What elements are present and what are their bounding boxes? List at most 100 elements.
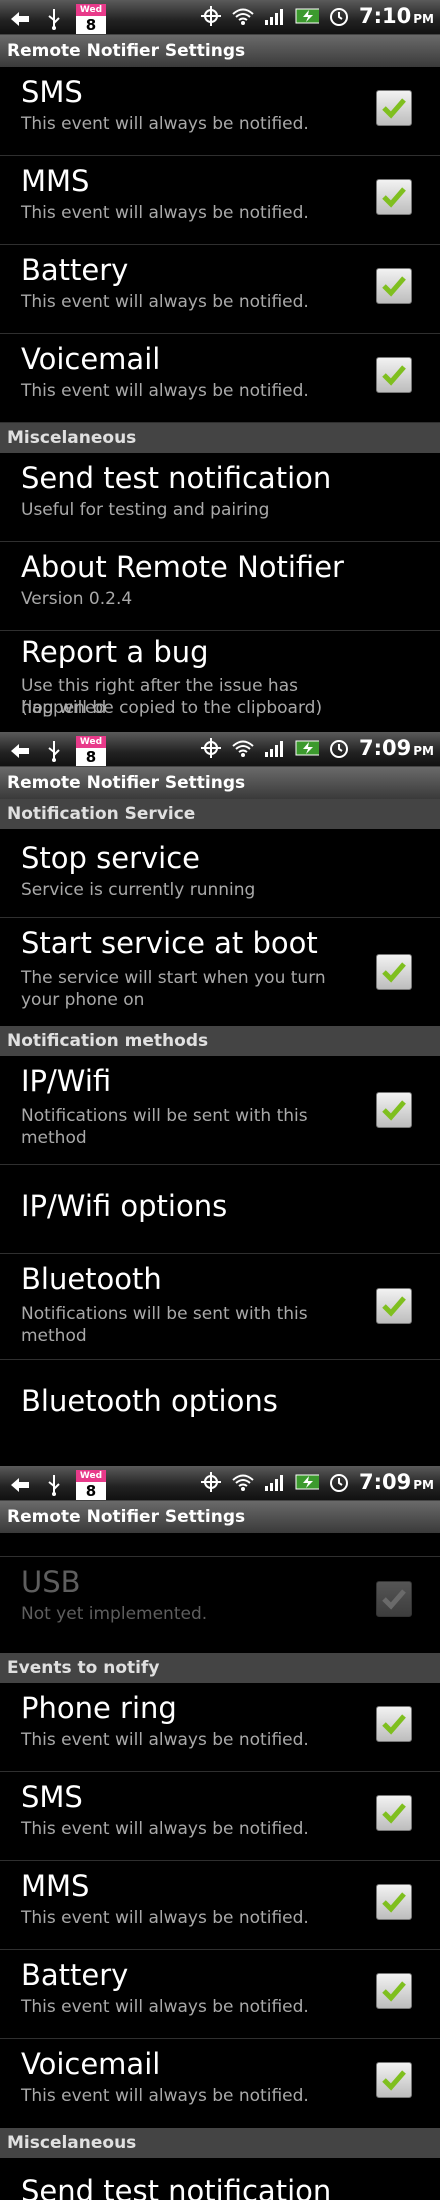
- pref-summary: method: [21, 1128, 87, 1148]
- usb-icon: [42, 1473, 66, 1497]
- status-bar: Wed 8 7:10 PM: [0, 0, 440, 35]
- check-icon: [382, 962, 406, 983]
- pref-title: Send test notification: [21, 461, 332, 495]
- check-icon: [382, 2070, 406, 2091]
- check-icon: [382, 365, 406, 386]
- pref-about[interactable]: About Remote Notifier Version 0.2.4: [0, 542, 440, 631]
- signal-icon: [263, 1470, 287, 1494]
- ipwifi-checkbox[interactable]: [376, 1092, 412, 1128]
- pref-bluetooth[interactable]: Bluetooth Notifications will be sent wit…: [0, 1254, 440, 1360]
- pref-stop-service[interactable]: Stop service Service is currently runnin…: [0, 829, 440, 918]
- category-miscellaneous: Miscelaneous: [0, 423, 440, 453]
- check-icon: [382, 1100, 406, 1121]
- pref-send-test[interactable]: Send test notification Useful for testin…: [0, 453, 440, 542]
- pref-sms[interactable]: SMS This event will always be notified.: [0, 1772, 440, 1861]
- pref-mms[interactable]: MMS This event will always be notified.: [0, 1861, 440, 1950]
- battery-checkbox[interactable]: [376, 1973, 412, 2009]
- pref-bluetooth-options[interactable]: Bluetooth options: [0, 1360, 440, 1450]
- check-icon: [382, 1803, 406, 1824]
- category-miscellaneous: Miscelaneous: [0, 2128, 440, 2158]
- pref-title: IP/Wifi: [21, 1064, 112, 1098]
- pref-ipwifi[interactable]: IP/Wifi Notifications will be sent with …: [0, 1056, 440, 1165]
- back-notification-icon: [8, 1473, 32, 1497]
- pref-battery[interactable]: Battery This event will always be notifi…: [0, 245, 440, 334]
- pref-summary: This event will always be notified.: [21, 381, 309, 401]
- pref-summary: Notifications will be sent with this: [21, 1304, 308, 1324]
- pref-title: Voicemail: [21, 2047, 161, 2081]
- sms-checkbox[interactable]: [376, 1795, 412, 1831]
- battery-charging-icon: [295, 4, 320, 28]
- pref-sms[interactable]: SMS This event will always be notified.: [0, 67, 440, 156]
- pref-summary: Useful for testing and pairing: [21, 500, 270, 520]
- mms-checkbox[interactable]: [376, 179, 412, 215]
- pref-title: Bluetooth options: [21, 1384, 278, 1418]
- calendar-icon: Wed 8: [76, 736, 106, 766]
- pref-summary: Version 0.2.4: [21, 589, 133, 609]
- pref-title: Start service at boot: [21, 926, 318, 960]
- pref-summary: This event will always be notified.: [21, 292, 309, 312]
- pref-start-at-boot[interactable]: Start service at boot The service will s…: [0, 918, 440, 1026]
- usb-icon: [42, 739, 66, 763]
- pref-title: SMS: [21, 75, 83, 109]
- alarm-icon: [327, 736, 351, 760]
- pref-title: Send test notification: [21, 2174, 332, 2200]
- status-bar: Wed 8 7:09 PM: [0, 732, 440, 767]
- check-icon: [382, 1589, 406, 1610]
- phone-ring-checkbox[interactable]: [376, 1706, 412, 1742]
- pref-summary: Notifications will be sent with this: [21, 1106, 308, 1126]
- battery-charging-icon: [295, 1470, 320, 1494]
- mms-checkbox[interactable]: [376, 1884, 412, 1920]
- pref-title: MMS: [21, 1869, 90, 1903]
- sms-checkbox[interactable]: [376, 90, 412, 126]
- pref-ipwifi-options[interactable]: IP/Wifi options: [0, 1165, 440, 1254]
- pref-title: USB: [21, 1565, 81, 1599]
- screen-title: Remote Notifier Settings: [0, 35, 440, 67]
- back-notification-icon: [8, 739, 32, 763]
- usb-checkbox-disabled: [376, 1581, 412, 1617]
- pref-mms[interactable]: MMS This event will always be notified.: [0, 156, 440, 245]
- voicemail-checkbox[interactable]: [376, 357, 412, 393]
- screenshot-1: Wed 8 7:10 PM Remote Notifier Settings SMS…: [0, 0, 440, 732]
- pref-summary: This event will always be notified.: [21, 114, 309, 134]
- pref-summary: This event will always be notified.: [21, 1819, 309, 1839]
- pref-summary: This event will always be notified.: [21, 203, 309, 223]
- back-notification-icon: [8, 7, 32, 31]
- usb-icon: [42, 7, 66, 31]
- pref-voicemail[interactable]: Voicemail This event will always be noti…: [0, 334, 440, 423]
- pref-title: About Remote Notifier: [21, 550, 344, 584]
- pref-phone-ring[interactable]: Phone ring This event will always be not…: [0, 1683, 440, 1772]
- pref-battery[interactable]: Battery This event will always be notifi…: [0, 1950, 440, 2039]
- wifi-icon: [231, 736, 255, 760]
- clock: 7:10 PM: [359, 4, 434, 28]
- gps-icon: [199, 4, 223, 28]
- pref-voicemail[interactable]: Voicemail This event will always be noti…: [0, 2039, 440, 2128]
- battery-checkbox[interactable]: [376, 268, 412, 304]
- bluetooth-checkbox[interactable]: [376, 1288, 412, 1324]
- pref-title: SMS: [21, 1780, 83, 1814]
- clock: 7:09 PM: [359, 1470, 434, 1494]
- pref-title: Battery: [21, 1958, 129, 1992]
- check-icon: [382, 1296, 406, 1317]
- pref-summary: The service will start when you turn: [21, 968, 326, 988]
- category-events-to-notify: Events to notify: [0, 1653, 440, 1683]
- pref-report-bug[interactable]: Report a bug Use this right after the is…: [0, 631, 440, 731]
- pref-title: Bluetooth: [21, 1262, 162, 1296]
- wifi-icon: [231, 4, 255, 28]
- pref-summary: Service is currently running: [21, 880, 256, 900]
- screenshot-2: Wed 8 7:09 PM Remote Notifier Settings Not…: [0, 732, 440, 1466]
- check-icon: [382, 1714, 406, 1735]
- screen-title: Remote Notifier Settings: [0, 767, 440, 799]
- signal-icon: [263, 4, 287, 28]
- clock: 7:09 PM: [359, 736, 434, 760]
- pref-title: Battery: [21, 253, 129, 287]
- check-icon: [382, 1892, 406, 1913]
- screen-title: Remote Notifier Settings: [0, 1501, 440, 1533]
- pref-title: MMS: [21, 164, 90, 198]
- check-icon: [382, 1981, 406, 2002]
- voicemail-checkbox[interactable]: [376, 2062, 412, 2098]
- wifi-icon: [231, 1470, 255, 1494]
- category-notification-methods: Notification methods: [0, 1026, 440, 1056]
- start-at-boot-checkbox[interactable]: [376, 954, 412, 990]
- pref-send-test[interactable]: Send test notification: [0, 2158, 440, 2200]
- calendar-icon: Wed 8: [76, 1470, 106, 1500]
